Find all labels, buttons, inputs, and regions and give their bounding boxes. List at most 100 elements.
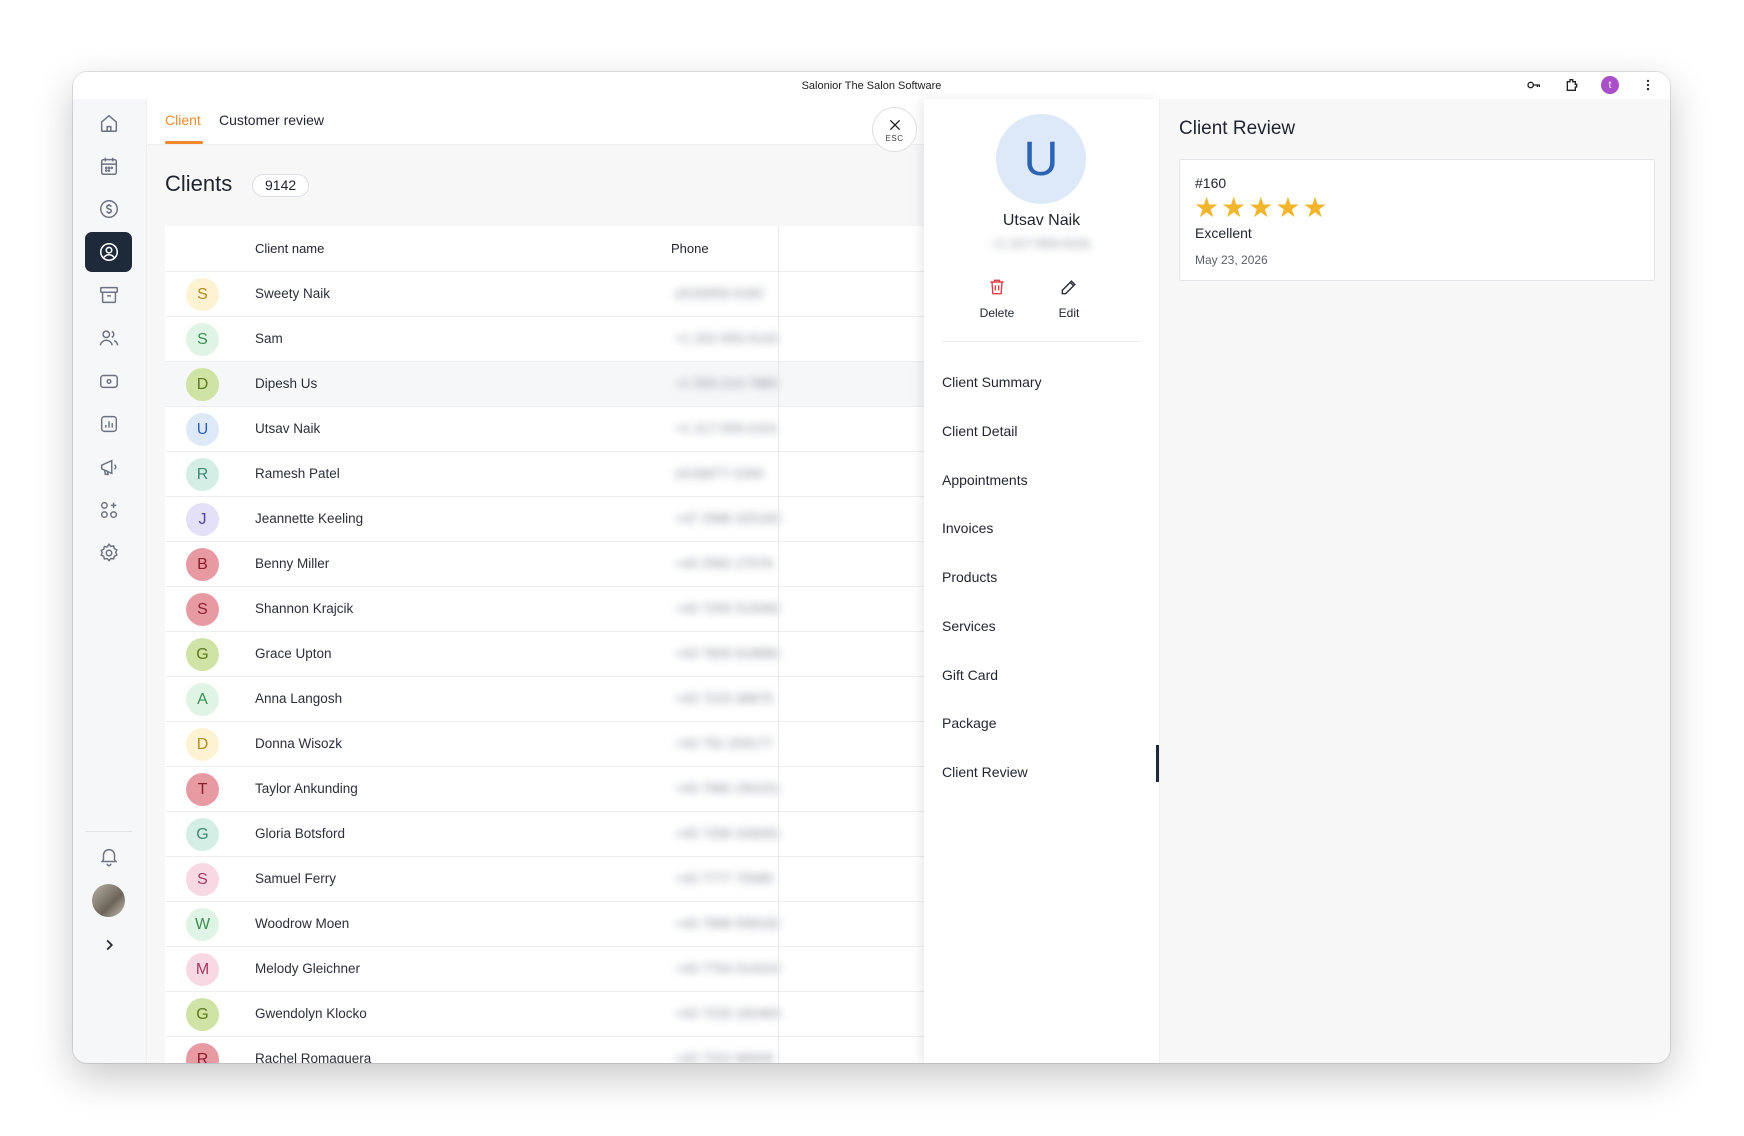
nav-clients[interactable] <box>85 232 132 272</box>
client-phone-cell: +43 7826 918882 <box>675 646 781 661</box>
client-initial-avatar: S <box>186 863 219 896</box>
table-row[interactable]: J Jeannette Keeling +47 2566 325183 <box>165 497 925 542</box>
client-name-cell: Gwendolyn Klocko <box>255 1006 367 1021</box>
calendar-icon <box>100 157 117 175</box>
delete-button[interactable]: Delete <box>972 277 1022 320</box>
table-row[interactable]: D Dipesh Us +1 555-210-7880 <box>165 362 925 407</box>
sidebar-expand-button[interactable] <box>85 925 132 965</box>
client-initial-avatar: U <box>186 413 219 446</box>
key-icon[interactable] <box>1524 75 1544 95</box>
client-name: Utsav Naik <box>1002 212 1081 229</box>
menu-invoices[interactable]: Invoices <box>942 520 993 536</box>
nav-settings[interactable] <box>85 533 132 573</box>
table-row[interactable]: D Donna Wisozk +43 752 259177 <box>165 722 925 767</box>
client-phone-cell: +43 752 259177 <box>675 736 773 751</box>
client-phone: +1 217-555-0101 <box>991 236 1092 251</box>
tab-client[interactable]: Client <box>165 112 201 128</box>
user-avatar[interactable] <box>92 884 125 917</box>
client-initial-avatar: G <box>186 818 219 851</box>
cash-icon <box>99 374 118 389</box>
star-icon: ★ <box>1248 192 1274 223</box>
client-phone-cell: +43 7223 36875 <box>675 691 773 706</box>
review-card[interactable]: #160 ★ ★ ★ ★ ★ Excellent May 23, 2026 <box>1179 159 1655 281</box>
client-phone-cell: +1 217-555-0101 <box>675 421 779 436</box>
nav-cash[interactable] <box>85 361 132 401</box>
table-row[interactable]: M Melody Gleichner +43 7754 014310 <box>165 947 925 992</box>
menu-products[interactable]: Products <box>942 569 997 585</box>
table-row[interactable]: S Shannon Krajcik +43 7255 515082 <box>165 587 925 632</box>
table-row[interactable]: B Benny Miller +43 2562 27076 <box>165 542 925 587</box>
dollar-icon <box>99 200 118 218</box>
review-panel-title: Client Review <box>1179 118 1296 139</box>
nav-reports[interactable] <box>85 404 132 444</box>
table-row[interactable]: G Grace Upton +43 7826 918882 <box>165 632 925 677</box>
table-row[interactable]: S Samuel Ferry +43 7777 75065 <box>165 857 925 902</box>
menu-package[interactable]: Package <box>942 715 996 731</box>
page-title: Clients <box>165 171 233 196</box>
star-rating: ★ ★ ★ ★ ★ <box>1194 193 1328 223</box>
bell-icon <box>100 848 117 867</box>
title-bar-actions: t <box>1524 75 1658 95</box>
edit-label: Edit <box>1058 306 1080 320</box>
extensions-icon[interactable] <box>1562 75 1582 95</box>
menu-client-summary[interactable]: Client Summary <box>942 374 1042 390</box>
table-row[interactable]: R Rachel Romaguera +43 7322 88009 <box>165 1037 925 1063</box>
menu-gift-card[interactable]: Gift Card <box>942 667 998 683</box>
table-row[interactable]: W Woodrow Moen +43 7968 558182 <box>165 902 925 947</box>
client-name-cell: Donna Wisozk <box>255 736 343 751</box>
column-header-phone[interactable]: Phone <box>671 241 709 256</box>
tab-bar: Client Customer review <box>147 99 924 145</box>
client-phone-cell: +43 7322 88009 <box>675 1051 773 1063</box>
table-row[interactable]: G Gwendolyn Klocko +43 7233 182463 <box>165 992 925 1037</box>
nav-apps[interactable] <box>85 490 132 530</box>
menu-appointments[interactable]: Appointments <box>942 472 1028 488</box>
table-row[interactable]: A Anna Langosh +43 7223 36875 <box>165 677 925 722</box>
client-phone-cell: +43 7777 75065 <box>675 871 773 886</box>
trash-icon <box>990 279 1004 295</box>
table-row[interactable]: R Ramesh Patel (419)677-2264 <box>165 452 925 497</box>
tab-customer-review[interactable]: Customer review <box>219 112 324 128</box>
profile-button[interactable]: t <box>1600 75 1620 95</box>
table-header: Client name Phone <box>165 226 925 272</box>
close-button[interactable]: ESC <box>872 107 917 152</box>
table-row[interactable]: U Utsav Naik +1 217-555-0101 <box>165 407 925 452</box>
client-name-cell: Taylor Ankunding <box>255 781 358 796</box>
nav-sales[interactable] <box>85 189 132 229</box>
menu-client-review[interactable]: Client Review <box>942 764 1028 780</box>
client-phone-cell: (419)677-2264 <box>675 466 764 481</box>
client-initial-avatar: A <box>186 683 219 716</box>
close-icon <box>889 119 900 130</box>
table-row[interactable]: S Sam +1 202-555-0143 <box>165 317 925 362</box>
archive-icon <box>99 286 118 304</box>
table-row[interactable]: T Taylor Ankunding +43 7982 250151 <box>165 767 925 812</box>
client-initial-avatar: S <box>186 593 219 626</box>
nav-staff[interactable] <box>85 318 132 358</box>
column-header-name[interactable]: Client name <box>255 241 324 256</box>
chevron-right-icon <box>106 939 113 951</box>
client-initial-avatar: G <box>186 638 219 671</box>
clients-main: Client Customer review ESC Clients 9142 … <box>147 99 925 1063</box>
client-name-cell: Dipesh Us <box>255 376 318 391</box>
nav-home[interactable] <box>85 103 132 143</box>
more-vertical-icon[interactable] <box>1638 75 1658 95</box>
app-title: Salonior The Salon Software <box>801 79 942 92</box>
column-divider <box>778 226 779 1063</box>
table-row[interactable]: S Sweety Naik (419)555-0182 <box>165 272 925 317</box>
menu-client-detail[interactable]: Client Detail <box>942 423 1017 439</box>
client-phone-cell: +47 2566 325183 <box>675 511 781 526</box>
nav-marketing[interactable] <box>85 447 132 487</box>
nav-calendar[interactable] <box>85 146 132 186</box>
nav-notifications[interactable] <box>85 836 132 876</box>
menu-services[interactable]: Services <box>942 618 996 634</box>
review-label: Excellent <box>1195 225 1252 241</box>
client-name-cell: Woodrow Moen <box>255 916 350 931</box>
table-row[interactable]: G Gloria Botsford +43 7256 326091 <box>165 812 925 857</box>
nav-inventory[interactable] <box>85 275 132 315</box>
client-review-panel: Client Review #160 ★ ★ ★ ★ ★ Excellent May 2… <box>1159 99 1670 1063</box>
star-icon: ★ <box>1221 192 1247 223</box>
title-bar: Salonior The Salon Software t <box>73 72 1670 99</box>
home-icon <box>100 114 117 132</box>
edit-button[interactable]: Edit <box>1044 277 1094 320</box>
client-initial-avatar: D <box>186 368 219 401</box>
client-initial-avatar: G <box>186 998 219 1031</box>
